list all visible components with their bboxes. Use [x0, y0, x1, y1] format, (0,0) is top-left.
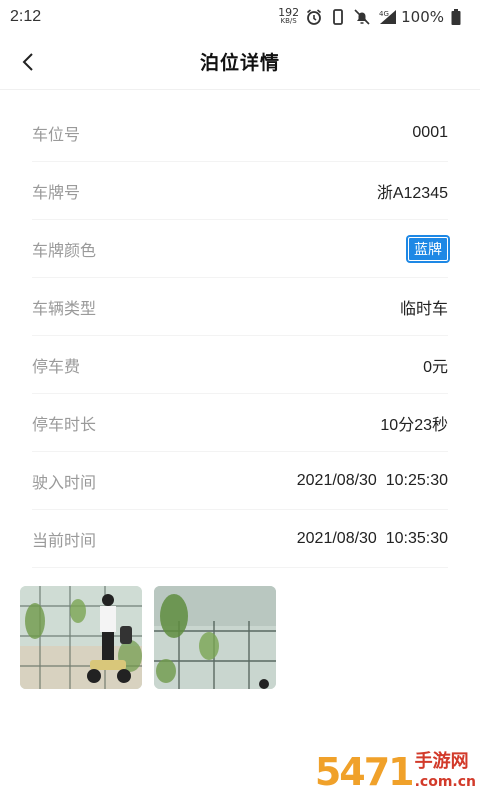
- watermark-number: 5471: [314, 750, 415, 794]
- detail-label: 车牌颜色: [32, 240, 97, 260]
- page-title: 泊位详情: [199, 52, 280, 74]
- detail-value: 浙A12345: [376, 184, 448, 202]
- battery-percent: 100%: [401, 8, 444, 26]
- status-bar: 2:12 192 KB/S 4G 100%: [0, 0, 480, 34]
- net-speed-value: 192: [278, 6, 300, 19]
- watermark-cn: 手游网: [414, 751, 469, 772]
- phone-icon: [329, 8, 347, 26]
- mute-bell-icon: [353, 8, 371, 26]
- detail-row-vehicle-type: 车辆类型 临时车: [32, 278, 448, 336]
- net-speed-unit: KB/S: [280, 17, 297, 25]
- detail-row-current-time: 当前时间 2021/08/30 10:35:30: [32, 510, 448, 568]
- detail-row-parking-fee: 停车费 0元: [32, 336, 448, 394]
- detail-value: 0元: [423, 358, 448, 376]
- detail-label: 停车费: [32, 356, 81, 376]
- detail-label: 车位号: [32, 124, 81, 144]
- detail-value: 2021/08/30 10:25:30: [296, 471, 448, 489]
- signal-4g-icon: 4G: [377, 8, 397, 26]
- detail-label: 驶入时间: [32, 472, 97, 492]
- status-icons: 192 KB/S 4G 100%: [278, 6, 468, 26]
- detail-row-space-number: 车位号 0001: [32, 104, 448, 162]
- vehicle-photo-2[interactable]: [154, 586, 276, 689]
- plate-color-badge: 蓝牌: [408, 236, 448, 261]
- detail-row-entry-time: 驶入时间 2021/08/30 10:25:30: [32, 452, 448, 510]
- detail-list: 车位号 0001 车牌号 浙A12345 车牌颜色 蓝牌 车辆类型 临时车 停车…: [0, 104, 480, 568]
- detail-row-parking-duration: 停车时长 10分23秒: [32, 394, 448, 452]
- detail-label: 车牌号: [32, 182, 81, 202]
- detail-value: 临时车: [399, 300, 448, 318]
- back-button[interactable]: [12, 46, 44, 78]
- battery-icon: [450, 8, 468, 26]
- chevron-left-icon: [22, 53, 33, 71]
- net-speed: 192 KB/S: [278, 6, 300, 25]
- detail-label: 当前时间: [32, 530, 97, 550]
- detail-label: 停车时长: [32, 414, 97, 434]
- detail-value: 0001: [412, 123, 448, 141]
- watermark-en: .com.cn: [414, 774, 476, 790]
- vehicle-photo-1[interactable]: [20, 586, 142, 689]
- alarm-icon: [305, 8, 323, 26]
- detail-row-plate-color: 车牌颜色 蓝牌: [32, 220, 448, 278]
- detail-row-plate-number: 车牌号 浙A12345: [32, 162, 448, 220]
- status-time: 2:12: [10, 8, 42, 25]
- network-type-label: 4G: [379, 10, 389, 18]
- vehicle-photos: [0, 568, 480, 689]
- watermark-text: 手游网 .com.cn: [415, 752, 476, 792]
- top-app-bar: 泊位详情: [0, 34, 480, 90]
- detail-value: 10分23秒: [380, 416, 448, 434]
- detail-value: 2021/08/30 10:35:30: [296, 529, 448, 547]
- detail-label: 车辆类型: [32, 298, 97, 318]
- site-watermark: 5471 手游网 .com.cn: [315, 750, 476, 794]
